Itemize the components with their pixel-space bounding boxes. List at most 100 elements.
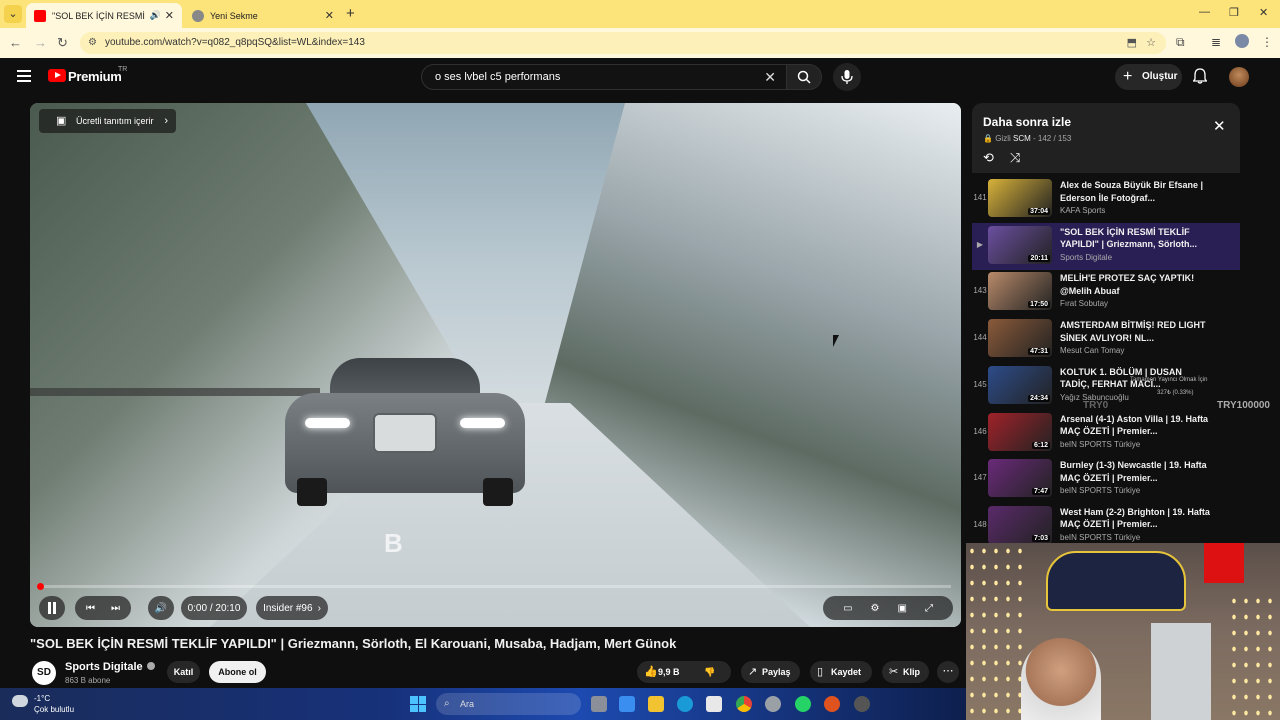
playlist-item[interactable]: 143 17:50 MELİH'E PROTEZ SAÇ YAPTIK! @Meli… [972,269,1240,316]
fullscreen-icon[interactable]: ⤢ [925,603,933,614]
channel-avatar[interactable]: SD [32,661,56,685]
chrome-menu-icon[interactable]: ⋮ [1261,35,1273,49]
playlist-item-thumbnail[interactable]: 7:03 [988,505,1052,544]
close-playlist-icon[interactable]: ✕ [1213,117,1226,135]
playlist-item-thumbnail[interactable]: 24:34 [988,365,1052,404]
tab-search-menu-icon[interactable]: ⌄ [4,5,22,23]
chapter-button[interactable]: Insider #96 › [256,596,328,620]
loop-icon[interactable]: ⟲ [983,150,994,166]
clear-search-icon[interactable]: ✕ [764,65,776,89]
paid-promotion-badge[interactable]: ▣ Ücretli tanıtım içerir › [39,109,176,133]
app-icon[interactable] [824,696,840,712]
bookmark-star-icon[interactable]: ⬒ ☆ [1127,32,1156,54]
forward-icon[interactable]: → [34,35,47,50]
close-tab-icon[interactable]: ✕ [325,9,334,22]
new-tab-icon[interactable]: + [346,5,355,22]
url-bar[interactable]: ⚙ youtube.com/watch?v=q082_q8pqSQ&list=W… [80,32,1166,54]
playlist-owner[interactable]: SCM [1013,134,1031,143]
playlist-item-title[interactable]: West Ham (2-2) Brighton | 19. Hafta MAÇ … [1060,506,1210,532]
brand-wordmark[interactable]: Premium [68,69,122,84]
playlist-item-title[interactable]: AMSTERDAM BİTMİŞ! RED LIGHT SİNEK AVLIYO… [1060,319,1210,345]
maximize-icon[interactable]: ❐ [1229,6,1239,19]
shuffle-icon[interactable]: ⤨ [1010,150,1020,166]
previous-icon[interactable]: ⏮ [86,603,95,614]
theater-mode-icon[interactable]: ▣ [897,603,906,614]
subscribe-button[interactable]: Abone ol [209,661,266,683]
search-button[interactable] [786,64,822,90]
more-actions-icon[interactable]: ⋯ [937,661,959,683]
settings-icon[interactable] [765,696,781,712]
playlist-item[interactable]: ▶ 20:11 "SOL BEK İÇİN RESMİ TEKLİF YAPILDI… [972,222,1240,270]
task-view-icon[interactable] [591,696,607,712]
playlist-item-title[interactable]: MELİH'E PROTEZ SAÇ YAPTIK! @Melih Abuaf [1060,272,1210,298]
save-button[interactable]: ▯ Kaydet [810,661,872,683]
playlist-item-thumbnail[interactable]: 20:11 [988,225,1052,264]
progress-scrubber[interactable] [37,583,44,590]
tab-new[interactable]: Yeni Sekme ✕ [184,3,342,28]
youtube-favicon-icon [34,9,46,22]
search-query: o ses lvbel c5 performans [435,71,561,83]
clip-button[interactable]: ✂ Klip [882,661,929,683]
playlist-item-thumbnail[interactable]: 7:47 [988,459,1052,498]
playlist-item-thumbnail[interactable]: 6:12 [988,412,1052,451]
notifications-bell-icon[interactable] [1193,68,1207,84]
playlist-item[interactable]: 148 7:03 West Ham (2-2) Brighton | 19. Haf… [972,503,1240,548]
share-button[interactable]: ↗ Paylaş [741,661,800,683]
playlist-item-title[interactable]: "SOL BEK İÇİN RESMİ TEKLİF YAPILDI" | Gr… [1060,226,1210,252]
back-icon[interactable]: ← [9,35,22,50]
playlist-item-duration: 24:34 [1028,394,1050,402]
playlist-item-title[interactable]: Arsenal (4-1) Aston Villa | 19. Hafta MA… [1060,413,1210,439]
speaker-icon[interactable]: 🔊 [150,10,161,21]
next-icon[interactable]: ⏭ [111,603,120,614]
close-window-icon[interactable]: ✕ [1259,6,1268,19]
playlist-item[interactable]: 147 7:47 Burnley (1-3) Newcastle | 19. Haf… [972,456,1240,503]
playlist-item-thumbnail[interactable]: 37:04 [988,179,1052,217]
dislike-icon[interactable]: 👎 [704,661,715,683]
like-count[interactable]: 9,9 B [658,667,680,677]
settings-gear-icon[interactable]: ⚙ [871,603,880,614]
file-explorer-icon[interactable] [648,696,664,712]
browser-profile-avatar[interactable] [1235,34,1249,48]
search-input[interactable]: o ses lvbel c5 performans ✕ [421,64,787,90]
cloud-icon [12,695,28,707]
playlist-item[interactable]: 146 6:12 Arsenal (4-1) Aston Villa | 19. H… [972,410,1240,457]
playlist-item[interactable]: 144 47:31 AMSTERDAM BİTMİŞ! RED LIGHT SİNE… [972,316,1240,363]
pause-button[interactable] [39,596,65,620]
chrome-icon[interactable] [736,696,752,712]
playlist-item[interactable]: 141 37:04 Alex de Souza Büyük Bir Efsane |… [972,176,1240,223]
subtitles-icon[interactable]: ▭ [843,603,852,614]
channel-name[interactable]: Sports Digitale [65,661,155,673]
taskbar-search[interactable]: ⌕ Ara [436,693,581,715]
chapter-label: Insider #96 [263,602,313,614]
youtube-logo-icon[interactable] [48,69,66,82]
minimize-icon[interactable]: — [1199,6,1210,18]
voice-search-button[interactable] [833,63,861,91]
site-info-icon[interactable]: ⚙ [88,32,97,54]
reload-icon[interactable]: ↻ [57,35,68,51]
volume-button[interactable]: 🔊 [148,596,174,620]
edge-icon[interactable] [677,696,693,712]
playlist-item-title[interactable]: Burnley (1-3) Newcastle | 19. Hafta MAÇ … [1060,459,1210,485]
fan-banner [1046,551,1186,611]
playlist-panel: Daha sonra izle 🔒 Gizli SCM - 142 / 153 … [972,103,1240,548]
whatsapp-icon[interactable] [795,696,811,712]
menu-icon[interactable] [17,70,31,85]
playlist-item-thumbnail[interactable]: 47:31 [988,319,1052,358]
progress-bar[interactable] [39,585,951,588]
tab-youtube[interactable]: "SOL BEK İÇİN RESMİ TEKLİ 🔊 ✕ [26,3,182,28]
like-icon[interactable]: 👍 [644,661,658,683]
extensions-icon[interactable]: ⧉ [1176,35,1185,50]
join-button[interactable]: Katıl [167,661,200,683]
create-button[interactable]: + Oluştur [1115,64,1182,90]
playlist-item-thumbnail[interactable]: 17:50 [988,272,1052,311]
close-tab-icon[interactable]: ✕ [165,9,174,22]
account-avatar[interactable] [1229,67,1249,87]
playlist-item-title[interactable]: Alex de Souza Büyük Bir Efsane | Ederson… [1060,179,1210,205]
windows-start-icon[interactable] [410,696,426,712]
video-player[interactable]: B ▣ Ücretli tanıtım içerir › ⏮ ⏭ 🔊 0:00 … [30,103,961,627]
media-control-icon[interactable]: ≣ [1211,35,1221,49]
obs-icon[interactable] [854,696,870,712]
store-icon[interactable] [706,696,722,712]
playlist-title[interactable]: Daha sonra izle [983,115,1071,129]
copilot-icon[interactable] [619,696,635,712]
